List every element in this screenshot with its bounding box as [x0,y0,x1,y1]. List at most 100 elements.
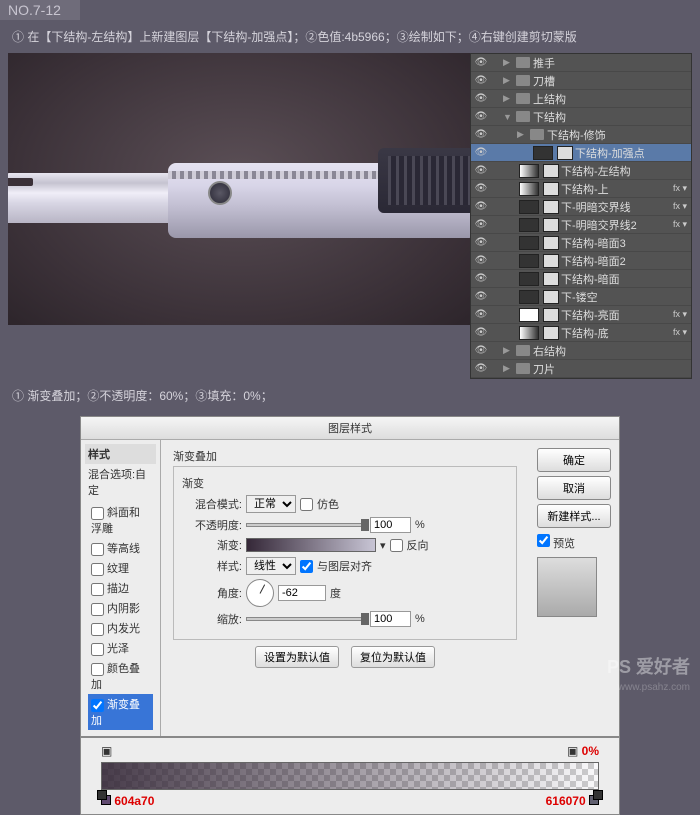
visibility-icon[interactable]: 👁 [473,253,489,269]
color-stop-right[interactable] [593,790,603,800]
layer-thumb [519,200,539,214]
align-checkbox[interactable] [300,560,313,573]
style-checkbox[interactable] [91,603,104,616]
layer-name: 刀槽 [533,73,689,89]
scale-slider[interactable] [246,617,366,621]
ok-button[interactable]: 确定 [537,448,611,472]
visibility-icon[interactable]: 👁 [473,181,489,197]
style-item[interactable]: 描边 [88,578,153,598]
style-item[interactable]: 颜色叠加 [88,658,153,694]
style-item[interactable]: 纹理 [88,558,153,578]
style-checkbox[interactable] [91,663,104,676]
layer-row[interactable]: 👁▶上结构 [471,90,691,108]
folder-arrow-icon[interactable]: ▶ [503,57,513,68]
layer-row[interactable]: 👁下结构-上fx ▾ [471,180,691,198]
layer-row[interactable]: 👁下-镂空 [471,288,691,306]
visibility-icon[interactable]: 👁 [473,271,489,287]
style-checkbox[interactable] [91,507,104,520]
layer-row[interactable]: 👁下结构-暗面3 [471,234,691,252]
visibility-icon[interactable]: 👁 [473,307,489,323]
folder-arrow-icon[interactable]: ▶ [503,345,513,356]
visibility-icon[interactable]: 👁 [473,73,489,89]
fx-badge[interactable]: fx ▾ [673,183,687,194]
visibility-icon[interactable]: 👁 [473,343,489,359]
style-checkbox[interactable] [91,543,104,556]
layer-row[interactable]: 👁 ▶ 下结构-修饰 [471,126,691,144]
reverse-checkbox[interactable] [390,539,403,552]
set-default-button[interactable]: 设置为默认值 [255,646,339,668]
style-item[interactable]: 内发光 [88,618,153,638]
layer-row[interactable]: 👁▼下结构 [471,108,691,126]
layer-row[interactable]: 👁下结构-暗面2 [471,252,691,270]
visibility-icon[interactable]: 👁 [473,235,489,251]
visibility-icon[interactable]: 👁 [473,55,489,71]
dither-checkbox[interactable] [300,498,313,511]
visibility-icon[interactable]: 👁 [473,361,489,377]
visibility-icon[interactable]: 👁 [473,109,489,125]
layer-thumb [519,326,539,340]
cancel-button[interactable]: 取消 [537,476,611,500]
style-checkbox[interactable] [91,563,104,576]
layer-row[interactable]: 👁下结构-亮面fx ▾ [471,306,691,324]
folder-arrow-icon[interactable]: ▶ [503,93,513,104]
style-item[interactable]: 光泽 [88,638,153,658]
layer-row[interactable]: 👁下结构-加强点 [471,144,691,162]
folder-arrow-icon[interactable]: ▶ [517,129,527,140]
gradient-swatch[interactable] [246,538,376,552]
layer-row[interactable]: 👁下结构-左结构 [471,162,691,180]
layer-row[interactable]: 👁▶右结构 [471,342,691,360]
style-list-header[interactable]: 样式 [85,444,156,464]
layer-row[interactable]: 👁 下结构-暗面 [471,270,691,288]
style-select[interactable]: 线性 [246,557,296,575]
blend-options-item[interactable]: 混合选项:自定 [85,464,156,500]
layer-thumb [519,308,539,322]
visibility-icon[interactable]: 👁 [473,217,489,233]
new-style-button[interactable]: 新建样式... [537,504,611,528]
style-checkbox[interactable] [91,623,104,636]
reset-default-button[interactable]: 复位为默认值 [351,646,435,668]
style-checkbox[interactable] [91,583,104,596]
visibility-icon[interactable]: 👁 [473,91,489,107]
fx-badge[interactable]: fx ▾ [673,309,687,320]
grad-dropdown-icon[interactable]: ▾ [380,539,386,552]
layer-mask [543,254,559,268]
angle-input[interactable] [278,585,326,601]
layer-row[interactable]: 👁 ▶ 刀槽 [471,72,691,90]
layer-row[interactable]: 👁▶推手 [471,54,691,72]
style-item[interactable]: 等高线 [88,538,153,558]
layer-row[interactable]: 👁下结构-底fx ▾ [471,324,691,342]
opacity-stop-left-icon[interactable]: ▣ [101,744,112,758]
visibility-icon[interactable]: 👁 [473,163,489,179]
layer-name: 下结构-暗面 [561,271,689,287]
layer-row[interactable]: 👁下-明暗交界线fx ▾ [471,198,691,216]
style-item[interactable]: 内阴影 [88,598,153,618]
visibility-icon[interactable]: 👁 [473,199,489,215]
blend-mode-select[interactable]: 正常 [246,495,296,513]
style-checkbox[interactable] [91,643,104,656]
watermark-brand: PS 爱好者 [607,653,690,679]
style-item[interactable]: 渐变叠加 [88,694,153,730]
visibility-icon[interactable]: 👁 [473,127,489,143]
opacity-input[interactable] [370,517,411,533]
opacity-slider[interactable] [246,523,366,527]
opacity-stop-right-icon[interactable]: ▣ [567,744,578,758]
layer-row[interactable]: 👁▶刀片 [471,360,691,378]
folder-arrow-icon[interactable]: ▼ [503,112,513,122]
fx-badge[interactable]: fx ▾ [673,201,687,212]
visibility-icon[interactable]: 👁 [473,325,489,341]
folder-arrow-icon[interactable]: ▶ [503,75,513,86]
gradient-track[interactable] [101,762,599,790]
scale-input[interactable] [370,611,411,627]
style-item[interactable]: 斜面和浮雕 [88,502,153,538]
color-stop-left[interactable] [97,790,107,800]
fx-badge[interactable]: fx ▾ [673,219,687,230]
layer-row[interactable]: 👁下-明暗交界线2fx ▾ [471,216,691,234]
visibility-icon[interactable]: 👁 [473,145,489,161]
style-checkbox[interactable] [91,699,104,712]
fx-badge[interactable]: fx ▾ [673,327,687,338]
angle-dial[interactable] [246,579,274,607]
folder-arrow-icon[interactable]: ▶ [503,363,513,374]
visibility-icon[interactable]: 👁 [473,289,489,305]
layer-name: 下结构-修饰 [547,127,689,143]
preview-checkbox[interactable] [537,534,550,547]
